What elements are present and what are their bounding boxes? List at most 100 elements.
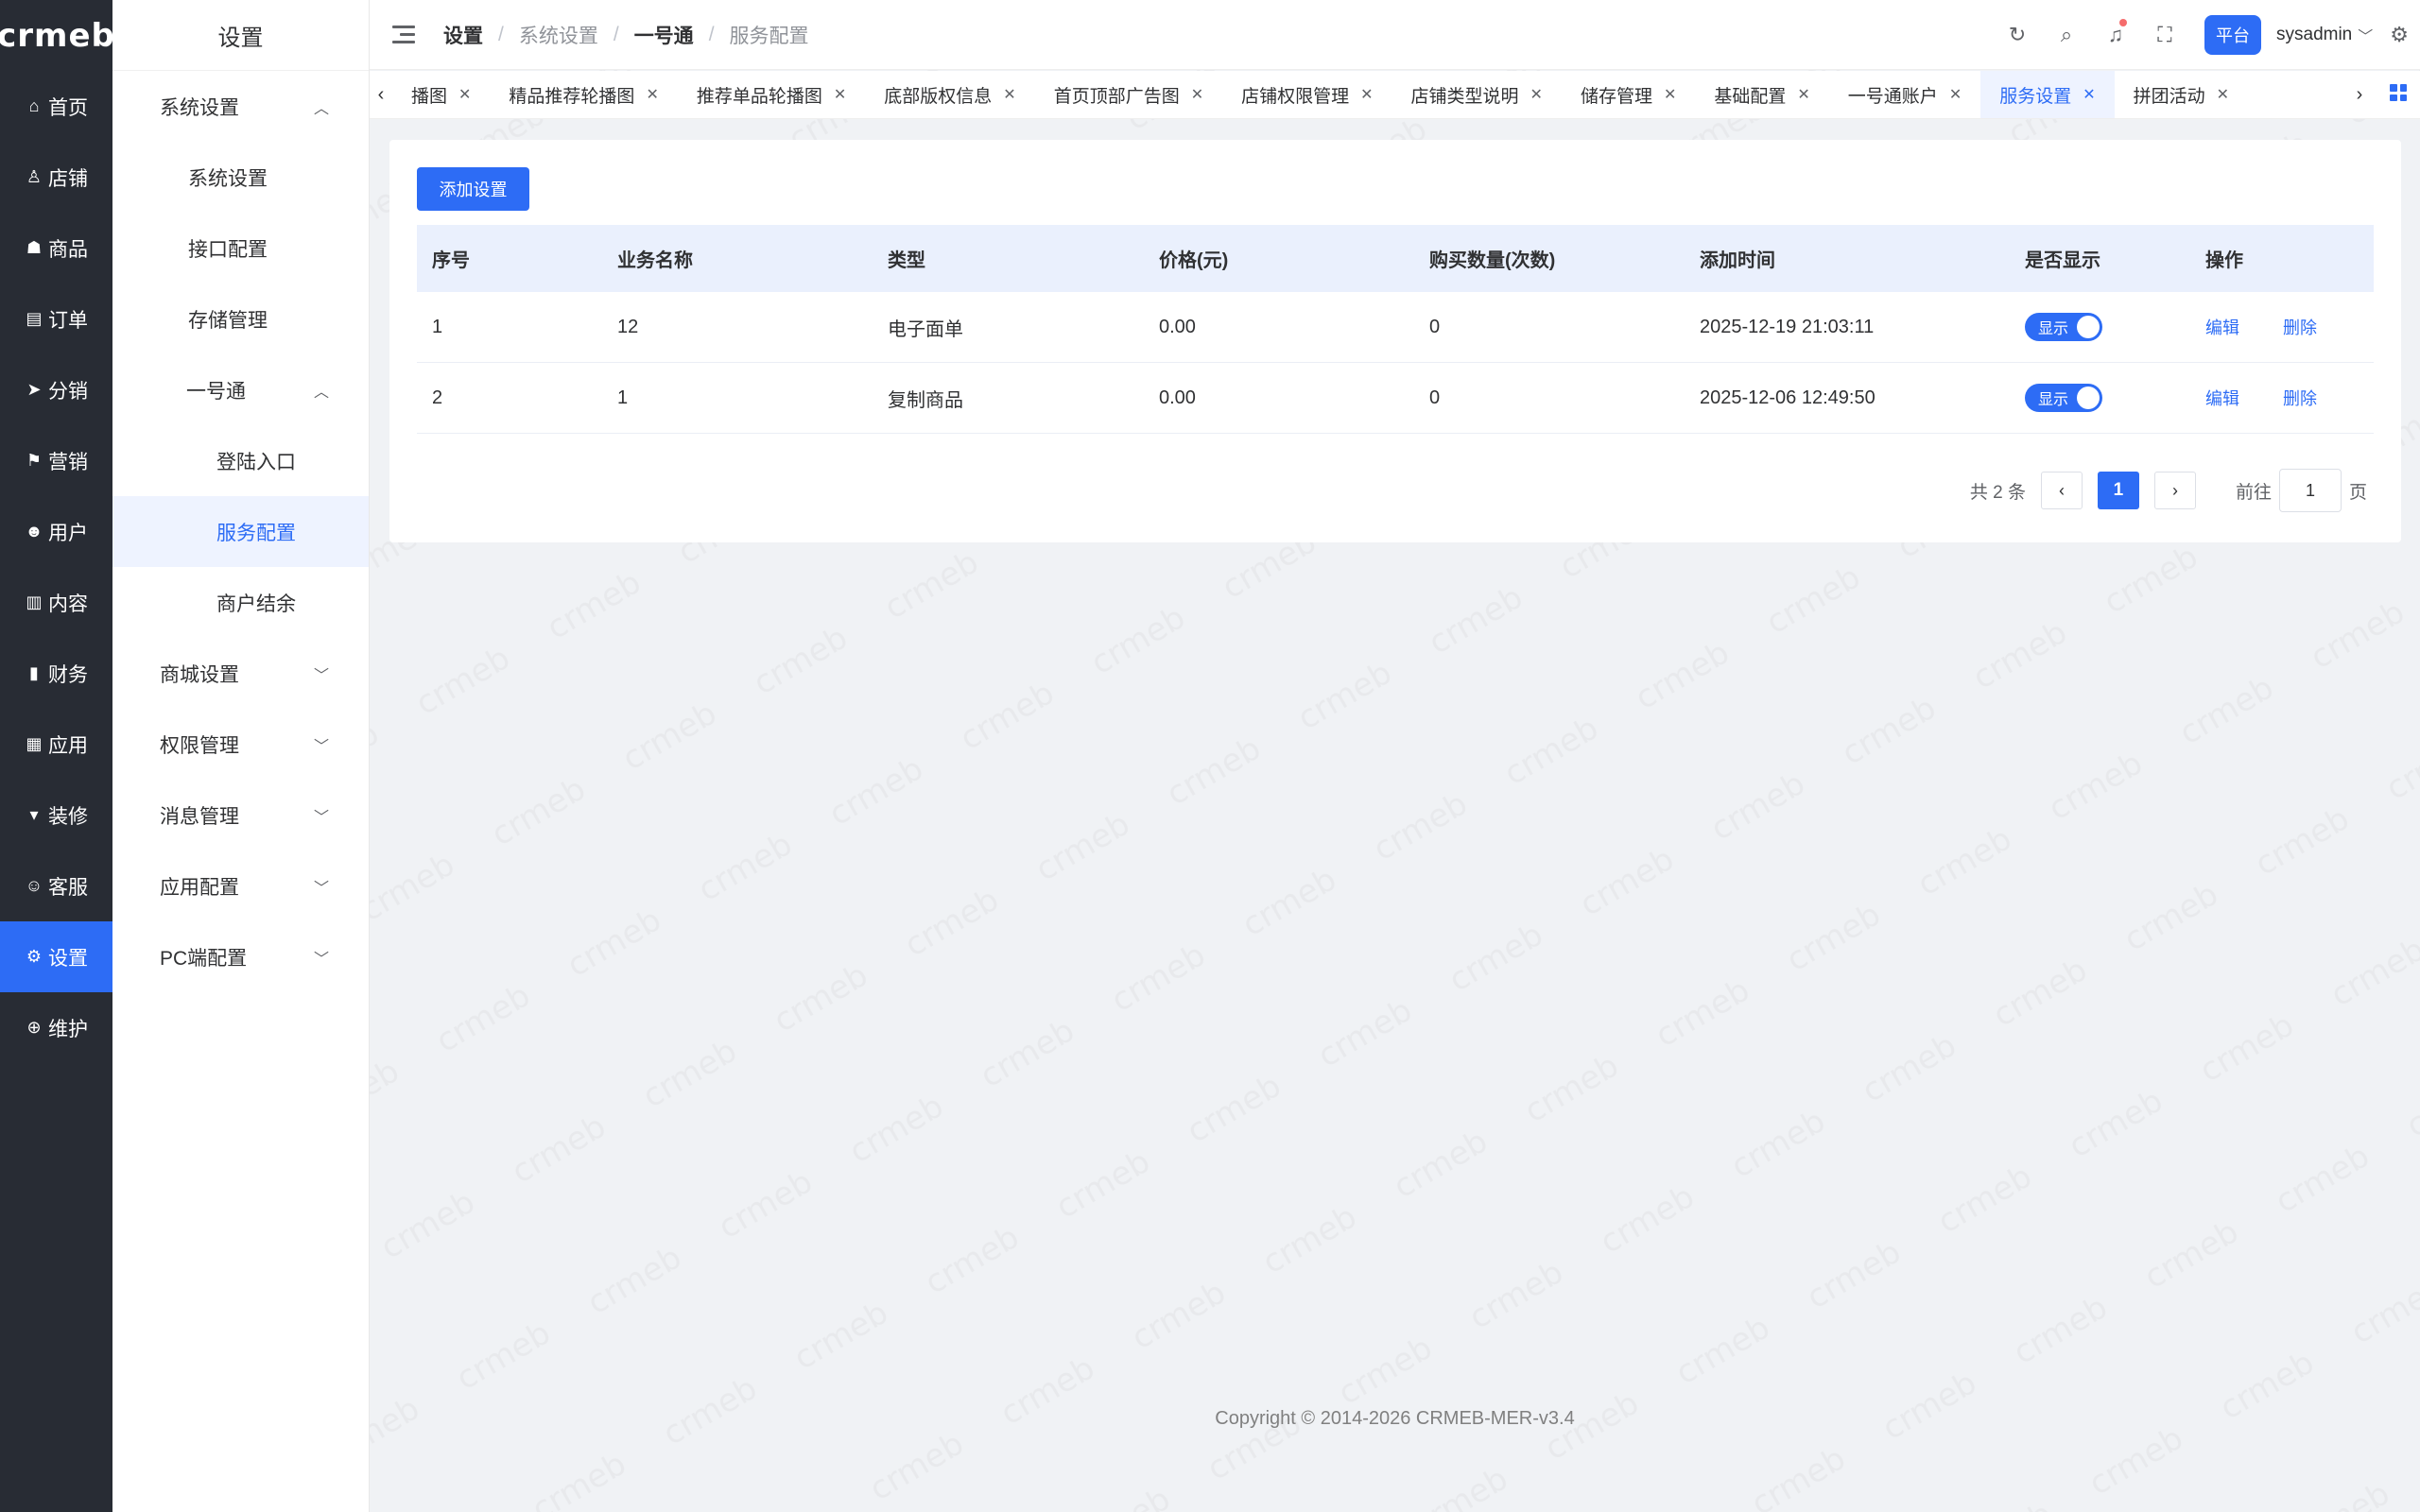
- table-row: 2 1 复制商品 0.00 0 2025-12-06 12:49:50 显示 编…: [417, 363, 2374, 434]
- close-icon[interactable]: ✕: [1191, 85, 1203, 104]
- tab-label: 精品推荐轮播图: [509, 86, 635, 107]
- tab-item[interactable]: 基础配置 ✕: [1695, 71, 1828, 118]
- rail-item-service[interactable]: ☺ 客服: [0, 850, 112, 921]
- close-icon[interactable]: ✕: [1360, 85, 1373, 104]
- book-icon: ▥: [26, 593, 43, 611]
- edit-link[interactable]: 编辑: [2205, 318, 2239, 337]
- rail-item-content[interactable]: ▥ 内容: [0, 567, 112, 638]
- toggle-knob: [2077, 316, 2100, 338]
- tab-item[interactable]: 店铺权限管理 ✕: [1222, 71, 1392, 118]
- table-row: 1 12 电子面单 0.00 0 2025-12-19 21:03:11 显示 …: [417, 292, 2374, 363]
- subnav-item-api-config[interactable]: 接口配置: [112, 213, 369, 284]
- tab-item[interactable]: 储存管理 ✕: [1562, 71, 1695, 118]
- edit-link[interactable]: 编辑: [2205, 389, 2239, 408]
- subnav-item-system-settings[interactable]: 系统设置: [112, 142, 369, 213]
- close-icon[interactable]: ✕: [1949, 85, 1962, 104]
- breadcrumb-item[interactable]: 设置: [443, 21, 483, 49]
- tab-item[interactable]: 一号通账户 ✕: [1829, 71, 1980, 118]
- close-icon[interactable]: ✕: [1664, 85, 1676, 104]
- rail-item-store[interactable]: ♙ 店铺: [0, 142, 112, 213]
- rail-item-home[interactable]: ⌂ 首页: [0, 71, 112, 142]
- subnav-group-app-config[interactable]: 应用配置 ﹀: [112, 850, 369, 921]
- tab-menu-grid-icon[interactable]: [2390, 84, 2407, 101]
- rail-item-order[interactable]: ▤ 订单: [0, 284, 112, 354]
- cell-time: 2025-12-06 12:49:50: [1700, 387, 1876, 408]
- show-toggle[interactable]: 显示: [2025, 384, 2102, 412]
- cell-id: 2: [432, 387, 443, 408]
- breadcrumb-item[interactable]: 系统设置: [519, 21, 598, 49]
- tab-scroll-right-icon[interactable]: ›: [2348, 83, 2371, 106]
- subnav-item-service-config[interactable]: 服务配置: [112, 496, 369, 567]
- rail-label: 设置: [48, 947, 88, 970]
- tab-scroll-left-icon[interactable]: ‹: [370, 84, 392, 106]
- tab-item[interactable]: 播图 ✕: [392, 71, 490, 118]
- crmeb-logo[interactable]: crmeb: [0, 0, 114, 71]
- close-icon[interactable]: ✕: [1003, 85, 1015, 104]
- rail-item-user[interactable]: ☻ 用户: [0, 496, 112, 567]
- tab-item[interactable]: 首页顶部广告图 ✕: [1035, 71, 1222, 118]
- send-icon: ➤: [26, 380, 42, 399]
- bell-icon[interactable]: ♫: [2091, 19, 2140, 47]
- breadcrumb-item: 服务配置: [729, 25, 809, 47]
- rail-item-marketing[interactable]: ⚑ 营销: [0, 425, 112, 496]
- rail-label: 装修: [48, 805, 88, 828]
- subnav-group-system[interactable]: 系统设置 ︿: [112, 71, 369, 142]
- rail-item-product[interactable]: ☗ 商品: [0, 213, 112, 284]
- user-menu[interactable]: sysadmin ﹀: [2276, 24, 2373, 46]
- show-toggle[interactable]: 显示: [2025, 313, 2102, 341]
- tab-item[interactable]: 精品推荐轮播图 ✕: [490, 71, 677, 118]
- prev-page-icon[interactable]: ‹: [2040, 472, 2083, 509]
- close-icon[interactable]: ✕: [1797, 85, 1809, 104]
- subnav-item-merchant-balance[interactable]: 商户结余: [112, 567, 369, 638]
- tab-item[interactable]: 店铺类型说明 ✕: [1392, 71, 1562, 118]
- gear-icon[interactable]: ⚙: [2390, 23, 2409, 47]
- close-icon[interactable]: ✕: [458, 85, 471, 104]
- rail-label: 营销: [48, 451, 88, 473]
- delete-link[interactable]: 删除: [2283, 389, 2317, 408]
- close-icon[interactable]: ✕: [646, 85, 658, 104]
- subnav-group-yihaotong[interactable]: 一号通 ︿: [112, 354, 369, 425]
- close-icon[interactable]: ✕: [2083, 85, 2095, 104]
- subnav-item-login-entry[interactable]: 登陆入口: [112, 425, 369, 496]
- tab-item[interactable]: 底部版权信息 ✕: [865, 71, 1034, 118]
- rail-item-finance[interactable]: ▮ 财务: [0, 638, 112, 709]
- toggle-knob: [2077, 387, 2100, 409]
- add-setting-button[interactable]: 添加设置: [417, 167, 529, 211]
- rail-item-settings[interactable]: ⚙ 设置: [0, 921, 112, 992]
- subnav-group-pc-config[interactable]: PC端配置 ﹀: [112, 921, 369, 992]
- rail-item-distribution[interactable]: ➤ 分销: [0, 354, 112, 425]
- user-icon: ☻: [25, 522, 43, 541]
- chevron-down-icon: ﹀: [313, 951, 329, 968]
- rail-item-maintenance[interactable]: ⊕ 维护: [0, 992, 112, 1063]
- tab-label: 底部版权信息: [884, 86, 993, 107]
- menu-toggle-icon[interactable]: [392, 26, 415, 43]
- next-page-icon[interactable]: ›: [2153, 472, 2196, 509]
- close-icon[interactable]: ✕: [834, 85, 846, 104]
- breadcrumb-item[interactable]: 一号通: [634, 21, 694, 49]
- refresh-icon[interactable]: ↻: [1993, 23, 2042, 47]
- column-header: 序号: [432, 250, 470, 271]
- fullscreen-icon[interactable]: ⛶: [2140, 23, 2189, 47]
- subnav-item-storage[interactable]: 存储管理: [112, 284, 369, 354]
- tab-item[interactable]: 推荐单品轮播图 ✕: [678, 71, 865, 118]
- column-header: 是否显示: [2025, 250, 2100, 271]
- rail-item-apps[interactable]: ▦ 应用: [0, 709, 112, 780]
- breadcrumb-separator: /: [613, 23, 619, 45]
- goto-page-input[interactable]: [2278, 469, 2342, 512]
- tab-item[interactable]: 拼团活动 ✕: [2115, 71, 2248, 118]
- chevron-down-icon: ﹀: [313, 809, 329, 826]
- subnav-group-message[interactable]: 消息管理 ﹀: [112, 780, 369, 850]
- tab-label: 店铺类型说明: [1410, 86, 1519, 107]
- page-number-current[interactable]: 1: [2097, 472, 2139, 509]
- search-icon[interactable]: ⌕: [2042, 23, 2091, 47]
- close-icon[interactable]: ✕: [2217, 85, 2229, 104]
- tab-item-active[interactable]: 服务设置 ✕: [1980, 71, 2115, 118]
- subnav-group-label: 系统设置: [160, 96, 239, 119]
- subnav-group-mall[interactable]: 商城设置 ﹀: [112, 638, 369, 709]
- subnav-group-permission[interactable]: 权限管理 ﹀: [112, 709, 369, 780]
- close-icon[interactable]: ✕: [1530, 85, 1543, 104]
- platform-badge[interactable]: 平台: [2204, 15, 2261, 55]
- rail-item-decoration[interactable]: ▾ 装修: [0, 780, 112, 850]
- breadcrumb-separator: /: [708, 23, 715, 45]
- delete-link[interactable]: 删除: [2283, 318, 2317, 337]
